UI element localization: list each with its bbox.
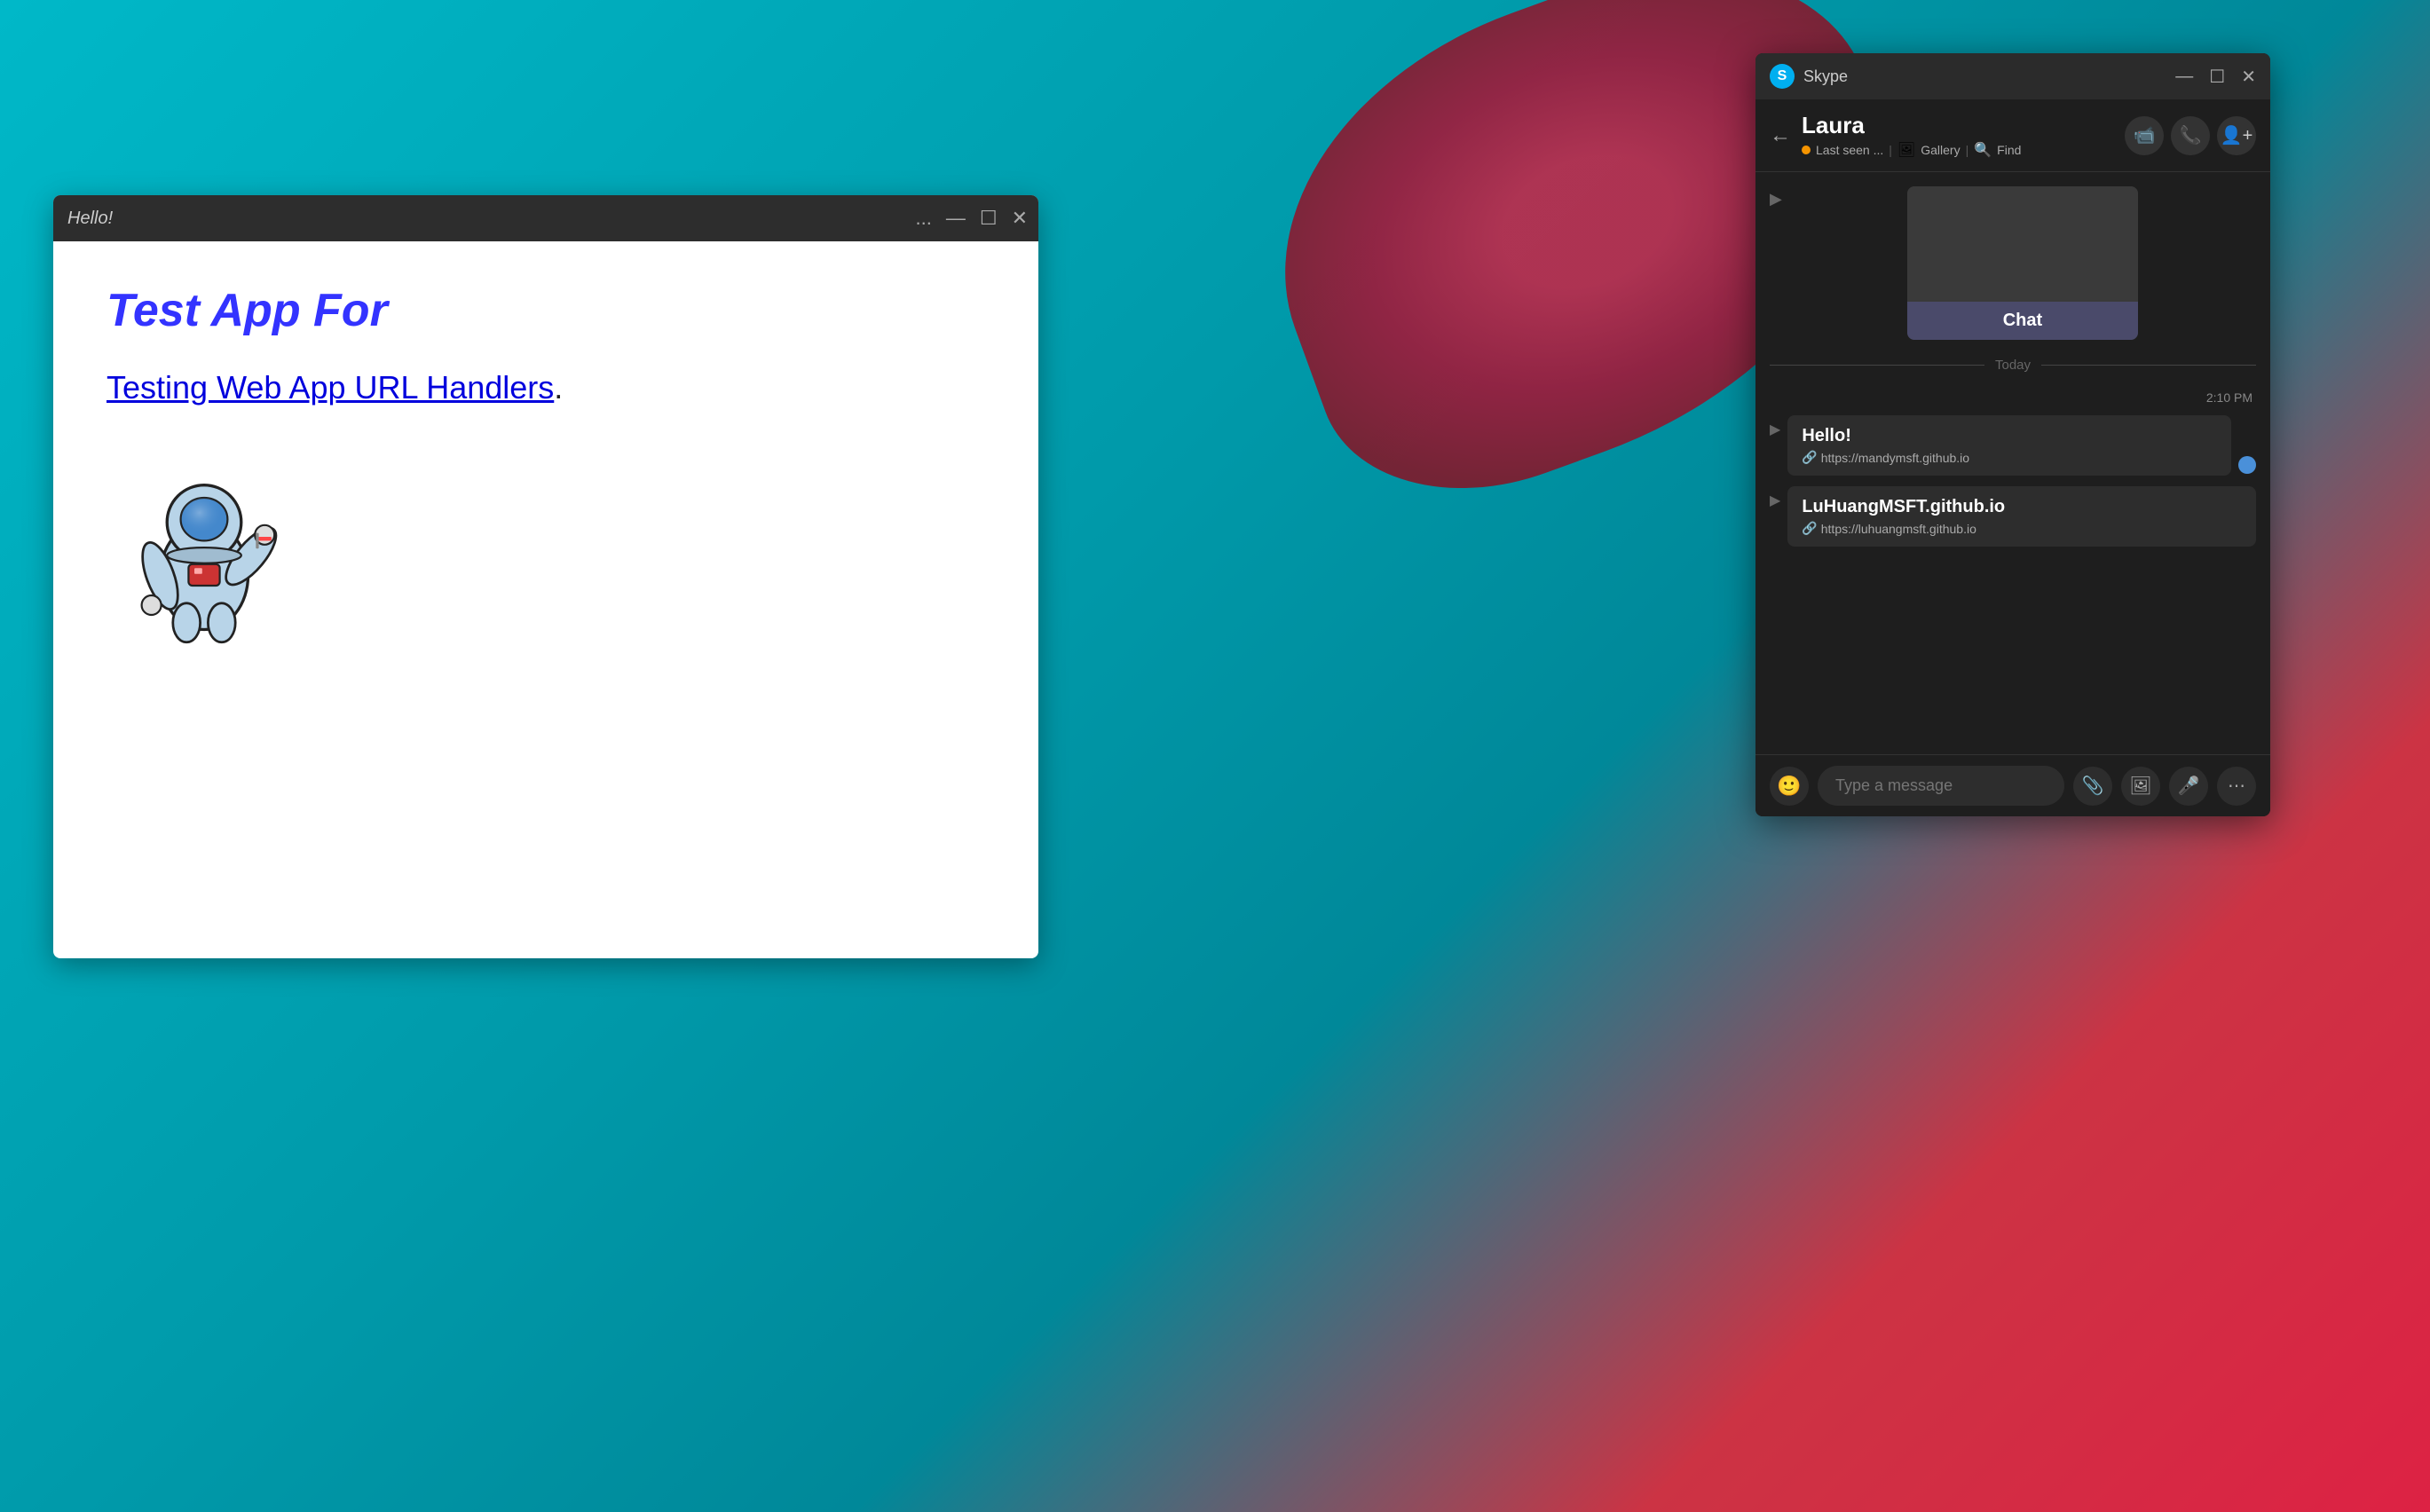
contact-name: Laura [1802,112,2114,139]
find-label[interactable]: Find [1997,143,2021,157]
webapp-titlebar-controls: ... — ☐ ✕ [915,209,1028,228]
message-link-1: 🔗 https://mandymsft.github.io [1802,450,2217,465]
gallery-icon: 🖼 [1897,141,1915,159]
image-button[interactable]: 🖼 [2121,767,2160,806]
skype-logo: S [1770,64,1795,89]
webapp-heading: Test App For [107,284,985,337]
more-options-button[interactable]: ... [915,209,931,228]
message-url-2[interactable]: https://luhuangmsft.github.io [1821,522,1976,536]
chat-card-label: Chat [1907,302,2138,340]
webapp-link-row: Testing Web App URL Handlers. [107,369,985,406]
add-contact-button[interactable]: 👤+ [2217,116,2256,155]
separator: | [1889,143,1892,157]
header-actions: 📹 📞 👤+ [2125,116,2256,155]
message-title-1: Hello! [1802,426,2217,446]
astronaut-container [107,449,985,649]
input-area: 🙂 📎 🖼 🎤 ⋯ [1755,754,2270,816]
voice-call-button[interactable]: 📞 [2171,116,2210,155]
message-play-icon-1: ▶ [1770,421,1780,438]
attachment-button[interactable]: 📎 [2073,767,2112,806]
message-link-2: 🔗 https://luhuangmsft.github.io [1802,521,2242,536]
microphone-button[interactable]: 🎤 [2169,767,2208,806]
webapp-titlebar: Hello! ... — ☐ ✕ [53,195,1038,241]
skype-titlebar-controls: — ☐ ✕ [2175,66,2256,88]
skype-minimize-button[interactable]: — [2175,67,2193,87]
today-divider: Today [1770,358,2256,373]
link-icon-2: 🔗 [1802,521,1817,536]
close-button[interactable]: ✕ [1012,209,1028,228]
more-options-input-button[interactable]: ⋯ [2217,767,2256,806]
skype-close-button[interactable]: ✕ [2241,66,2256,88]
link-period: . [554,369,563,406]
skype-maximize-button[interactable]: ☐ [2209,66,2225,88]
contact-info: Laura Last seen ... | 🖼 Gallery | 🔍 Find [1802,112,2114,159]
emoji-button[interactable]: 🙂 [1770,767,1809,806]
message-play-icon-2: ▶ [1770,492,1780,509]
search-icon: 🔍 [1974,141,1992,159]
webapp-content: Test App For Testing Web App URL Handler… [53,241,1038,691]
back-button[interactable]: ← [1770,123,1791,148]
status-text: Last seen ... [1816,143,1883,157]
message-input[interactable] [1818,766,2064,806]
status-indicator [1802,146,1811,154]
skype-app-title: Skype [1803,67,2175,86]
message-row-1: ▶ Hello! 🔗 https://mandymsft.github.io [1770,415,2256,476]
astronaut-icon [107,449,302,644]
webapp-window-title: Hello! [67,209,113,229]
link-icon-1: 🔗 [1802,450,1817,465]
skype-header: ← Laura Last seen ... | 🖼 Gallery | 🔍 Fi… [1755,99,2270,172]
message-url-1[interactable]: https://mandymsft.github.io [1821,451,1969,465]
gallery-label[interactable]: Gallery [1921,143,1960,157]
today-label: Today [1995,358,2031,373]
chat-area: ▶ Chat Today 2:10 PM ▶ Hello! 🔗 https://… [1755,172,2270,754]
skype-window: S Skype — ☐ ✕ ← Laura Last seen ... | 🖼 … [1755,53,2270,816]
chat-card: Chat [1907,186,2138,340]
message-badge-1 [2238,456,2256,474]
video-call-button[interactable]: 📹 [2125,116,2164,155]
message-bubble-1: Hello! 🔗 https://mandymsft.github.io [1787,415,2231,476]
webapp-link[interactable]: Testing Web App URL Handlers [107,369,554,406]
send-icon: ▶ [1770,190,1782,209]
maximize-button[interactable]: ☐ [980,209,998,228]
webapp-window: Hello! ... — ☐ ✕ Test App For Testing We… [53,195,1038,958]
minimize-button[interactable]: — [946,209,966,228]
separator2: | [1966,143,1969,157]
message-bubble-2: LuHuangMSFT.github.io 🔗 https://luhuangm… [1787,486,2256,547]
chat-card-image [1907,186,2138,302]
message-title-2: LuHuangMSFT.github.io [1802,497,2242,517]
message-row-2: ▶ LuHuangMSFT.github.io 🔗 https://luhuan… [1770,486,2256,547]
skype-titlebar: S Skype — ☐ ✕ [1755,53,2270,99]
chat-card-row: ▶ Chat [1770,186,2256,340]
time-label: 2:10 PM [1770,390,2252,405]
contact-status: Last seen ... | 🖼 Gallery | 🔍 Find [1802,141,2114,159]
